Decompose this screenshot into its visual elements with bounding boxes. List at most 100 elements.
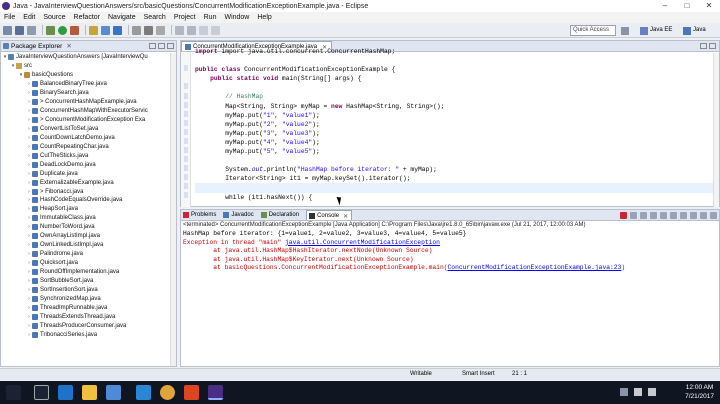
code-editor[interactable]: import import java.util.concurrent.Concu…	[195, 47, 715, 206]
forward-icon[interactable]	[211, 25, 220, 35]
open-console-icon[interactable]	[690, 211, 697, 219]
menu-source[interactable]: Source	[43, 14, 65, 21]
open-type-icon[interactable]	[132, 25, 141, 35]
toggle-mark-icon[interactable]	[156, 25, 165, 35]
minimize-view-icon[interactable]	[700, 211, 707, 219]
close-view-icon[interactable]: ✕	[66, 42, 71, 50]
tree-item-java-file[interactable]: › CountDownLatchDemo.java	[1, 133, 176, 142]
new-package-icon[interactable]	[101, 25, 110, 35]
tree-item-package[interactable]: ▾ basicQuestions	[1, 71, 176, 80]
chrome-icon[interactable]	[160, 385, 175, 400]
menu-help[interactable]: Help	[257, 14, 271, 21]
menu-project[interactable]: Project	[174, 14, 196, 21]
scroll-lock-icon[interactable]	[650, 211, 657, 219]
tree-item-java-file[interactable]: › ThreadImpRunnable.java	[1, 303, 176, 312]
tab-declaration[interactable]: Declaration	[260, 212, 299, 218]
tree-item-java-file[interactable]: › > ConcurrentModificationException Exa	[1, 116, 176, 125]
menu-search[interactable]: Search	[144, 14, 166, 21]
perspective-java[interactable]: Java	[683, 25, 706, 36]
save-icon[interactable]	[15, 25, 24, 35]
pin-console-icon[interactable]	[670, 211, 677, 219]
tree-item-java-file[interactable]: › OwnArrayListImpl.java	[1, 232, 176, 241]
console-output[interactable]: HashMap before iterator: {1=value1, 2=va…	[181, 230, 719, 273]
maximize-icon[interactable]: □	[676, 0, 698, 12]
editor-scrollbar[interactable]	[713, 53, 719, 207]
close-icon[interactable]: ✕	[698, 0, 720, 12]
edge-icon[interactable]	[58, 385, 73, 400]
menu-file[interactable]: File	[4, 14, 15, 21]
quick-access-input[interactable]: Quick Access	[570, 25, 616, 36]
new-icon[interactable]	[3, 25, 12, 35]
menu-navigate[interactable]: Navigate	[108, 14, 136, 21]
tab-problems[interactable]: Problems	[183, 212, 216, 218]
tree-item-java-file[interactable]: › ThreadsProducerConsumer.java	[1, 321, 176, 330]
taskbar-clock[interactable]: 12:00 AM 7/21/2017	[685, 383, 714, 401]
package-explorer-title[interactable]: Package Explorer	[11, 43, 62, 50]
tree-item-java-file[interactable]: › Duplicate.java	[1, 169, 176, 178]
tree-item-java-file[interactable]: › TribonacciSeries.java	[1, 330, 176, 339]
tree-item-java-file[interactable]: › ConcurrentHashMapWithExecutorServic	[1, 107, 176, 116]
tree-item-java-file[interactable]: › CountRepeatingChar.java	[1, 142, 176, 151]
perspective-java-ee[interactable]: Java EE	[640, 25, 672, 36]
view-menu-icon[interactable]	[167, 43, 174, 49]
tree-item-project[interactable]: ▾ JavaInterviewQuestionAnswers [JavaInte…	[1, 53, 176, 62]
tree-item-java-file[interactable]: › HeapSort.java	[1, 205, 176, 214]
tree-item-java-file[interactable]: › ExternalizableExample.java	[1, 178, 176, 187]
tray-chevron-icon[interactable]	[620, 388, 628, 396]
tree-item-java-file[interactable]: › CutTheSticks.java	[1, 151, 176, 160]
menu-edit[interactable]: Edit	[23, 14, 35, 21]
minimize-icon[interactable]: –	[654, 0, 676, 12]
package-explorer-scrollbar[interactable]	[170, 53, 176, 366]
maximize-view-icon[interactable]	[710, 211, 717, 219]
tree-item-java-file[interactable]: › Quicksort.java	[1, 259, 176, 268]
menu-run[interactable]: Run	[204, 14, 217, 21]
display-console-icon[interactable]	[680, 211, 687, 219]
new-java-project-icon[interactable]	[89, 25, 98, 35]
tree-item-java-file[interactable]: › OwnLinkedListImpl.java	[1, 241, 176, 250]
windows-start-icon[interactable]	[6, 385, 21, 400]
tree-item-java-file[interactable]: › Palindrome.java	[1, 250, 176, 259]
menu-window[interactable]: Window	[224, 14, 249, 21]
tab-console[interactable]: Console ✕	[306, 210, 353, 220]
store-icon[interactable]	[106, 385, 121, 400]
source-link[interactable]: ConcurrentModificationExceptionExample.j…	[448, 264, 622, 271]
tree-item-java-file[interactable]: › > ConcurrentHashMapExample.java	[1, 98, 176, 107]
perspective-toggle-icon[interactable]	[621, 25, 631, 36]
menu-refactor[interactable]: Refactor	[74, 14, 100, 21]
terminate-icon[interactable]	[620, 211, 627, 219]
tree-item-java-file[interactable]: › DeadLockDemo.java	[1, 160, 176, 169]
tree-item-java-file[interactable]: › ImmutableClass.java	[1, 214, 176, 223]
tree-item-java-file[interactable]: › BinarySearch.java	[1, 89, 176, 98]
task-view-icon[interactable]	[34, 385, 49, 400]
eclipse-taskbar-icon[interactable]	[208, 385, 223, 400]
tree-item-java-file[interactable]: › HashCodeEqualsOverride.java	[1, 196, 176, 205]
network-icon[interactable]	[634, 388, 642, 396]
collapse-all-icon[interactable]	[149, 43, 156, 49]
tree-item-java-file[interactable]: › SynchronizedMap.java	[1, 294, 176, 303]
volume-icon[interactable]	[648, 388, 656, 396]
app-icon[interactable]	[184, 385, 199, 400]
new-class-icon[interactable]	[113, 25, 122, 35]
tree-item-java-file[interactable]: › ThreadsExtendsThread.java	[1, 312, 176, 321]
word-wrap-icon[interactable]	[660, 211, 667, 219]
tree-item-java-file[interactable]: › ConvertListToSet.java	[1, 125, 176, 134]
exception-link[interactable]: java.util.ConcurrentModificationExceptio…	[285, 239, 440, 246]
save-all-icon[interactable]	[27, 25, 36, 35]
search-icon[interactable]	[144, 25, 153, 35]
tab-javadoc[interactable]: Javadoc	[223, 212, 254, 218]
tree-item-java-file[interactable]: › NumberToWord.java	[1, 223, 176, 232]
tree-item-java-file[interactable]: › BalancedBinaryTree.java	[1, 80, 176, 89]
link-editor-icon[interactable]	[158, 43, 165, 49]
tree-item-src[interactable]: ▾ src	[1, 62, 176, 71]
close-tab-icon[interactable]: ✕	[343, 213, 348, 220]
remove-launch-icon[interactable]	[630, 211, 637, 219]
back-icon[interactable]	[199, 25, 208, 35]
file-explorer-icon[interactable]	[82, 385, 97, 400]
external-tools-icon[interactable]	[70, 25, 79, 35]
previous-annotation-icon[interactable]	[187, 25, 196, 35]
run-icon[interactable]	[58, 25, 67, 35]
tree-item-java-file[interactable]: › > Fibonacci.java	[1, 187, 176, 196]
remove-all-icon[interactable]	[640, 211, 647, 219]
tree-item-java-file[interactable]: › SortBubbleSort.java	[1, 276, 176, 285]
tree-item-java-file[interactable]: › SortInsertionSort.java	[1, 285, 176, 294]
